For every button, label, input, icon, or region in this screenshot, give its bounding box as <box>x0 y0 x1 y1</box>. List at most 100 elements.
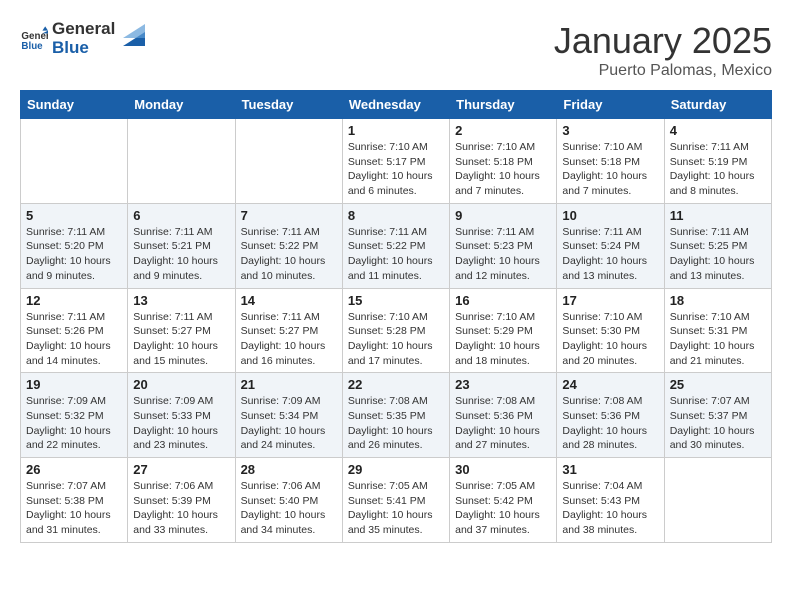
logo-general-text: General <box>52 20 115 39</box>
day-number: 13 <box>133 293 229 308</box>
day-info: Sunrise: 7:10 AMSunset: 5:18 PMDaylight:… <box>455 140 551 199</box>
day-number: 7 <box>241 208 337 223</box>
logo-arrow-icon <box>123 24 145 46</box>
calendar-cell: 2Sunrise: 7:10 AMSunset: 5:18 PMDaylight… <box>450 119 557 204</box>
day-info: Sunrise: 7:11 AMSunset: 5:19 PMDaylight:… <box>670 140 766 199</box>
calendar-cell: 7Sunrise: 7:11 AMSunset: 5:22 PMDaylight… <box>235 203 342 288</box>
day-info: Sunrise: 7:11 AMSunset: 5:23 PMDaylight:… <box>455 225 551 284</box>
day-number: 21 <box>241 377 337 392</box>
day-info: Sunrise: 7:06 AMSunset: 5:39 PMDaylight:… <box>133 479 229 538</box>
day-info: Sunrise: 7:10 AMSunset: 5:18 PMDaylight:… <box>562 140 658 199</box>
day-number: 1 <box>348 123 444 138</box>
day-number: 29 <box>348 462 444 477</box>
day-info: Sunrise: 7:10 AMSunset: 5:17 PMDaylight:… <box>348 140 444 199</box>
day-number: 3 <box>562 123 658 138</box>
day-number: 18 <box>670 293 766 308</box>
day-info: Sunrise: 7:07 AMSunset: 5:37 PMDaylight:… <box>670 394 766 453</box>
day-info: Sunrise: 7:05 AMSunset: 5:41 PMDaylight:… <box>348 479 444 538</box>
calendar-cell: 31 Sunrise: 7:04 AMSunset: 5:43 PMDayligh… <box>557 458 664 543</box>
day-info: Sunrise: 7:11 AMSunset: 5:24 PMDaylight:… <box>562 225 658 284</box>
calendar-cell: 10 Sunrise: 7:11 AMSunset: 5:24 PMDayligh… <box>557 203 664 288</box>
weekday-header-friday: Friday <box>557 91 664 119</box>
day-number: 12 <box>26 293 122 308</box>
svg-text:Blue: Blue <box>21 40 43 51</box>
month-title: January 2025 <box>554 20 772 62</box>
calendar-cell: 6Sunrise: 7:11 AMSunset: 5:21 PMDaylight… <box>128 203 235 288</box>
day-info: Sunrise: 7:11 AMSunset: 5:25 PMDaylight:… <box>670 225 766 284</box>
day-info: Sunrise: 7:09 AMSunset: 5:34 PMDaylight:… <box>241 394 337 453</box>
calendar-cell: 28Sunrise: 7:06 AMSunset: 5:40 PMDayligh… <box>235 458 342 543</box>
day-info: Sunrise: 7:07 AMSunset: 5:38 PMDaylight:… <box>26 479 122 538</box>
calendar-cell: 3 Sunrise: 7:10 AMSunset: 5:18 PMDaylight… <box>557 119 664 204</box>
day-number: 31 <box>562 462 658 477</box>
calendar-cell: 14 Sunrise: 7:11 AMSunset: 5:27 PMDayligh… <box>235 288 342 373</box>
weekday-header-tuesday: Tuesday <box>235 91 342 119</box>
logo: General Blue General Blue <box>20 20 145 57</box>
calendar-cell: 9 Sunrise: 7:11 AMSunset: 5:23 PMDaylight… <box>450 203 557 288</box>
calendar-week-row-1: 1 Sunrise: 7:10 AMSunset: 5:17 PMDaylight… <box>21 119 772 204</box>
calendar-week-row-3: 12Sunrise: 7:11 AMSunset: 5:26 PMDayligh… <box>21 288 772 373</box>
day-number: 11 <box>670 208 766 223</box>
calendar-table: SundayMondayTuesdayWednesdayThursdayFrid… <box>20 90 772 543</box>
day-info: Sunrise: 7:09 AMSunset: 5:33 PMDaylight:… <box>133 394 229 453</box>
calendar-cell: 5Sunrise: 7:11 AMSunset: 5:20 PMDaylight… <box>21 203 128 288</box>
day-info: Sunrise: 7:10 AMSunset: 5:28 PMDaylight:… <box>348 310 444 369</box>
calendar-cell <box>235 119 342 204</box>
logo-blue-text: Blue <box>52 39 115 58</box>
calendar-cell: 1 Sunrise: 7:10 AMSunset: 5:17 PMDaylight… <box>342 119 449 204</box>
calendar-cell: 27 Sunrise: 7:06 AMSunset: 5:39 PMDayligh… <box>128 458 235 543</box>
day-number: 19 <box>26 377 122 392</box>
calendar-cell: 20 Sunrise: 7:09 AMSunset: 5:33 PMDayligh… <box>128 373 235 458</box>
day-info: Sunrise: 7:09 AMSunset: 5:32 PMDaylight:… <box>26 394 122 453</box>
calendar-cell: 24Sunrise: 7:08 AMSunset: 5:36 PMDayligh… <box>557 373 664 458</box>
calendar-cell <box>128 119 235 204</box>
day-info: Sunrise: 7:05 AMSunset: 5:42 PMDaylight:… <box>455 479 551 538</box>
day-number: 25 <box>670 377 766 392</box>
calendar-cell: 13 Sunrise: 7:11 AMSunset: 5:27 PMDayligh… <box>128 288 235 373</box>
day-number: 30 <box>455 462 551 477</box>
day-number: 16 <box>455 293 551 308</box>
day-number: 15 <box>348 293 444 308</box>
day-number: 23 <box>455 377 551 392</box>
calendar-week-row-2: 5Sunrise: 7:11 AMSunset: 5:20 PMDaylight… <box>21 203 772 288</box>
calendar-cell: 18 Sunrise: 7:10 AMSunset: 5:31 PMDayligh… <box>664 288 771 373</box>
day-number: 5 <box>26 208 122 223</box>
calendar-cell: 12Sunrise: 7:11 AMSunset: 5:26 PMDayligh… <box>21 288 128 373</box>
day-info: Sunrise: 7:10 AMSunset: 5:31 PMDaylight:… <box>670 310 766 369</box>
day-number: 9 <box>455 208 551 223</box>
calendar-cell: 8Sunrise: 7:11 AMSunset: 5:22 PMDaylight… <box>342 203 449 288</box>
day-info: Sunrise: 7:08 AMSunset: 5:35 PMDaylight:… <box>348 394 444 453</box>
calendar-cell: 22 Sunrise: 7:08 AMSunset: 5:35 PMDayligh… <box>342 373 449 458</box>
logo-icon: General Blue <box>20 25 48 53</box>
weekday-header-saturday: Saturday <box>664 91 771 119</box>
day-info: Sunrise: 7:08 AMSunset: 5:36 PMDaylight:… <box>455 394 551 453</box>
calendar-cell <box>21 119 128 204</box>
weekday-header-row: SundayMondayTuesdayWednesdayThursdayFrid… <box>21 91 772 119</box>
calendar-cell <box>664 458 771 543</box>
day-number: 24 <box>562 377 658 392</box>
day-info: Sunrise: 7:11 AMSunset: 5:21 PMDaylight:… <box>133 225 229 284</box>
weekday-header-wednesday: Wednesday <box>342 91 449 119</box>
day-info: Sunrise: 7:11 AMSunset: 5:27 PMDaylight:… <box>241 310 337 369</box>
calendar-cell: 15 Sunrise: 7:10 AMSunset: 5:28 PMDayligh… <box>342 288 449 373</box>
calendar-cell: 26Sunrise: 7:07 AMSunset: 5:38 PMDayligh… <box>21 458 128 543</box>
calendar-week-row-4: 19 Sunrise: 7:09 AMSunset: 5:32 PMDayligh… <box>21 373 772 458</box>
day-number: 22 <box>348 377 444 392</box>
day-number: 20 <box>133 377 229 392</box>
calendar-cell: 21 Sunrise: 7:09 AMSunset: 5:34 PMDayligh… <box>235 373 342 458</box>
calendar-week-row-5: 26Sunrise: 7:07 AMSunset: 5:38 PMDayligh… <box>21 458 772 543</box>
day-info: Sunrise: 7:10 AMSunset: 5:30 PMDaylight:… <box>562 310 658 369</box>
calendar-cell: 17Sunrise: 7:10 AMSunset: 5:30 PMDayligh… <box>557 288 664 373</box>
day-info: Sunrise: 7:10 AMSunset: 5:29 PMDaylight:… <box>455 310 551 369</box>
calendar-cell: 16 Sunrise: 7:10 AMSunset: 5:29 PMDayligh… <box>450 288 557 373</box>
day-number: 14 <box>241 293 337 308</box>
calendar-cell: 4Sunrise: 7:11 AMSunset: 5:19 PMDaylight… <box>664 119 771 204</box>
day-info: Sunrise: 7:06 AMSunset: 5:40 PMDaylight:… <box>241 479 337 538</box>
day-info: Sunrise: 7:04 AMSunset: 5:43 PMDaylight:… <box>562 479 658 538</box>
weekday-header-monday: Monday <box>128 91 235 119</box>
calendar-cell: 19 Sunrise: 7:09 AMSunset: 5:32 PMDayligh… <box>21 373 128 458</box>
day-number: 27 <box>133 462 229 477</box>
day-info: Sunrise: 7:11 AMSunset: 5:27 PMDaylight:… <box>133 310 229 369</box>
day-number: 10 <box>562 208 658 223</box>
calendar-cell: 25 Sunrise: 7:07 AMSunset: 5:37 PMDayligh… <box>664 373 771 458</box>
